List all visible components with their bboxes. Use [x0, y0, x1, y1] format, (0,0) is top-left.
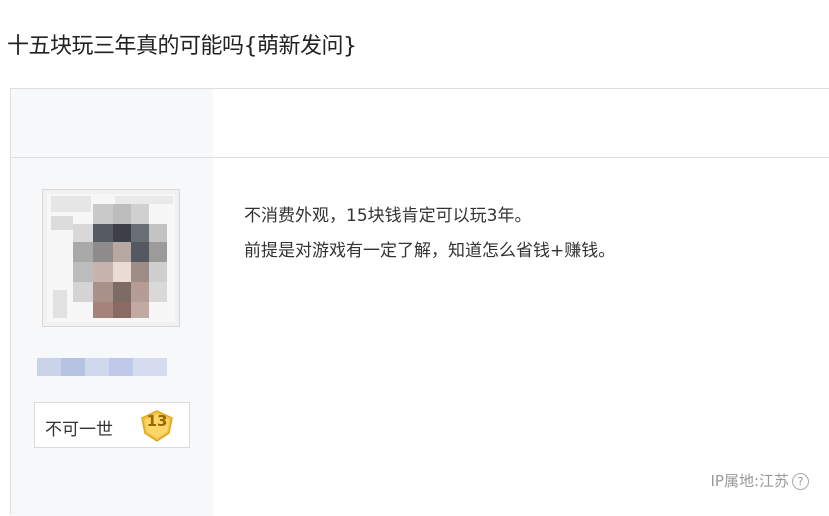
post-content-line: 不消费外观，15块钱肯定可以玩3年。: [244, 206, 532, 226]
user-avatar[interactable]: [42, 189, 180, 327]
avatar-mosaic-graphic: [51, 196, 173, 318]
user-level-badge[interactable]: 不可一世 13: [34, 402, 190, 448]
header-author-column: [11, 89, 213, 157]
thread-title: 十五块玩三年真的可能吗{萌新发问}: [7, 34, 357, 59]
thread-frame: 不可一世 13 不消费外观，15块钱肯定可以玩3年。 前提是对游戏有一定了解，知…: [10, 88, 829, 516]
username-blur-segment: [133, 358, 167, 376]
username-link[interactable]: [37, 358, 167, 376]
help-circle-icon[interactable]: ?: [792, 473, 809, 490]
post-content: 不消费外观，15块钱肯定可以玩3年。 前提是对游戏有一定了解，知道怎么省钱+赚钱…: [244, 199, 615, 269]
thread-header-row: [11, 89, 829, 158]
level-name: 不可一世: [45, 420, 113, 440]
username-blur-segment: [85, 358, 109, 376]
ip-location-text: IP属地:江苏: [710, 472, 789, 490]
level-number: 13: [146, 412, 168, 430]
avatar-mosaic: [43, 190, 179, 326]
ip-location-info: IP属地:江苏?: [710, 470, 809, 491]
username-blur-segment: [37, 358, 61, 376]
post-content-line: 前提是对游戏有一定了解，知道怎么省钱+赚钱。: [244, 241, 616, 261]
post-author-panel: 不可一世 13: [11, 158, 213, 516]
username-blur-segment: [61, 358, 85, 376]
username-blur-segment: [109, 358, 133, 376]
